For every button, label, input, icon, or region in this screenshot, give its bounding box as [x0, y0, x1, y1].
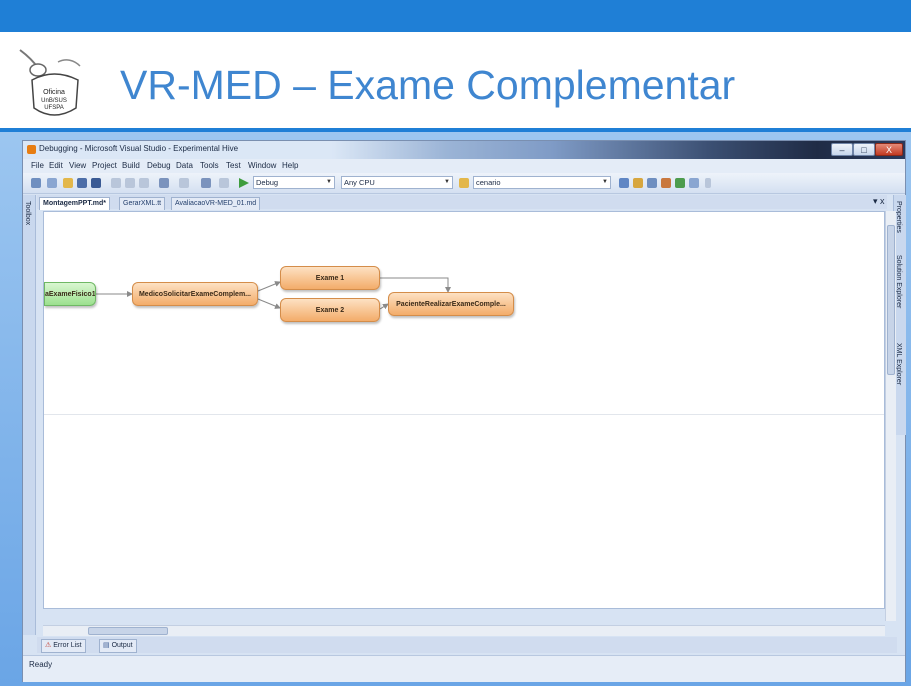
- close-button[interactable]: X: [875, 143, 903, 156]
- tab-error-list[interactable]: ⚠ Error List: [41, 639, 86, 653]
- visual-studio-icon: [27, 145, 36, 154]
- toolbar-options-icon[interactable]: [705, 178, 711, 188]
- menu-edit[interactable]: Edit: [49, 161, 63, 170]
- copy-icon[interactable]: [125, 178, 135, 188]
- chevron-down-icon: ▼: [326, 179, 332, 185]
- solution-explorer-panel-tab[interactable]: Solution Explorer: [895, 255, 902, 308]
- window-title: Debugging - Microsoft Visual Studio - Ex…: [39, 144, 239, 153]
- toolbox-label[interactable]: Toolbox: [24, 201, 31, 225]
- menu-tools[interactable]: Tools: [200, 161, 219, 170]
- error-list-icon: ⚠: [45, 642, 52, 649]
- slide-top-bar: [0, 0, 911, 32]
- status-text: Ready: [29, 660, 53, 669]
- cut-icon[interactable]: [111, 178, 121, 188]
- oficina-logo: Oficina UnB/SUS UFSPA: [14, 46, 96, 124]
- connector-exame1-to-realizar: [380, 277, 451, 293]
- toolbox-rail[interactable]: Toolbox: [23, 195, 36, 635]
- horizontal-scroll-thumb[interactable]: [88, 627, 168, 635]
- menu-data[interactable]: Data: [176, 161, 193, 170]
- slide-title: VR-MED – Exame Complementar: [120, 62, 736, 108]
- properties-panel-tab[interactable]: Properties: [895, 201, 902, 233]
- output-icon: ▤: [103, 642, 110, 649]
- start-page-icon[interactable]: [675, 178, 685, 188]
- menu-bar: File Edit View Project Build Debug Data …: [23, 159, 905, 173]
- connector-solicitar-to-exame1: [257, 281, 281, 292]
- menu-build[interactable]: Build: [122, 161, 140, 170]
- logo-text-2: UnB/SUS: [41, 98, 67, 104]
- logo-text-1: Oficina: [43, 89, 65, 96]
- find-in-files-icon[interactable]: [459, 178, 469, 188]
- window-title-bar[interactable]: Debugging - Microsoft Visual Studio - Ex…: [23, 141, 905, 159]
- window-icon[interactable]: [689, 178, 699, 188]
- menu-window[interactable]: Window: [248, 161, 276, 170]
- vertical-scrollbar[interactable]: [885, 211, 896, 621]
- tab-montagemppt[interactable]: MontagemPPT.md*: [39, 197, 111, 210]
- maximize-button[interactable]: □: [853, 143, 875, 156]
- horizontal-scrollbar[interactable]: [43, 625, 885, 636]
- menu-project[interactable]: Project: [92, 161, 117, 170]
- error-list-label: Error List: [53, 642, 82, 649]
- save-icon[interactable]: [77, 178, 87, 188]
- tab-avaliacaovrmed[interactable]: AvaliacaoVR-MED_01.md: [171, 197, 261, 210]
- document-tab-strip: MontagemPPT.md* GerarXML.tt AvaliacaoVR-…: [37, 195, 887, 210]
- start-debugging-icon[interactable]: [239, 178, 249, 188]
- menu-test[interactable]: Test: [226, 161, 241, 170]
- bottom-tool-tabs: ⚠ Error List ▤ Output: [37, 637, 897, 653]
- solution-platform-value: Any CPU: [344, 178, 375, 187]
- menu-file[interactable]: File: [31, 161, 44, 170]
- chevron-down-icon: ▼: [444, 179, 450, 185]
- chevron-down-icon: ▼: [602, 179, 608, 185]
- standard-toolbar: Debug ▼ Any CPU ▼ cenario ▼: [23, 173, 905, 194]
- add-item-icon[interactable]: [47, 178, 57, 188]
- properties-icon[interactable]: [633, 178, 643, 188]
- vs-window: Debugging - Microsoft Visual Studio - Ex…: [22, 140, 906, 682]
- node-paciente-realizar-exame[interactable]: PacienteRealizarExameComple...: [388, 292, 514, 316]
- connector-exame2-to-realizar: [379, 303, 389, 310]
- open-file-icon[interactable]: [63, 178, 73, 188]
- menu-view[interactable]: View: [69, 161, 86, 170]
- navigate-icon[interactable]: [201, 178, 211, 188]
- undo-icon[interactable]: [159, 178, 169, 188]
- tab-window-controls[interactable]: ▾ x: [873, 196, 885, 207]
- tab-output[interactable]: ▤ Output: [99, 639, 137, 653]
- paste-icon[interactable]: [139, 178, 149, 188]
- menu-debug[interactable]: Debug: [147, 161, 171, 170]
- vertical-scroll-thumb[interactable]: [887, 225, 895, 375]
- diagram-canvas[interactable]: aExameFisico1 MedicoSolicitarExameComple…: [43, 211, 885, 609]
- toolbox-icon[interactable]: [661, 178, 671, 188]
- solution-configuration-value: Debug: [256, 178, 279, 187]
- save-all-icon[interactable]: [91, 178, 101, 188]
- diagram-connectors: [96, 277, 451, 310]
- logo-text-3: UFSPA: [44, 105, 64, 111]
- object-browser-icon[interactable]: [647, 178, 657, 188]
- node-medico-solicitar-exame[interactable]: MedicoSolicitarExameComplem...: [132, 282, 258, 306]
- new-project-icon[interactable]: [31, 178, 41, 188]
- node-exame-fisico[interactable]: aExameFisico1: [44, 282, 96, 306]
- connector-solicitar-to-exame2: [257, 298, 281, 309]
- menu-help[interactable]: Help: [282, 161, 298, 170]
- minimize-button[interactable]: –: [831, 143, 853, 156]
- canvas-divider: [44, 414, 884, 415]
- solution-configuration-select[interactable]: Debug ▼: [253, 176, 335, 189]
- output-label: Output: [111, 642, 133, 649]
- tab-gerarxml[interactable]: GerarXML.tt: [119, 197, 166, 210]
- redo-icon[interactable]: [179, 178, 189, 188]
- node-exame-2[interactable]: Exame 2: [280, 298, 380, 322]
- solution-platform-select[interactable]: Any CPU ▼: [341, 176, 453, 189]
- node-exame-1[interactable]: Exame 1: [280, 266, 380, 290]
- status-bar: Ready: [23, 655, 905, 682]
- xml-explorer-panel-tab[interactable]: XML Explorer: [895, 343, 902, 385]
- find-combo[interactable]: cenario ▼: [473, 176, 611, 189]
- find-combo-value: cenario: [476, 178, 501, 187]
- navigate-forward-icon[interactable]: [219, 178, 229, 188]
- solution-explorer-icon[interactable]: [619, 178, 629, 188]
